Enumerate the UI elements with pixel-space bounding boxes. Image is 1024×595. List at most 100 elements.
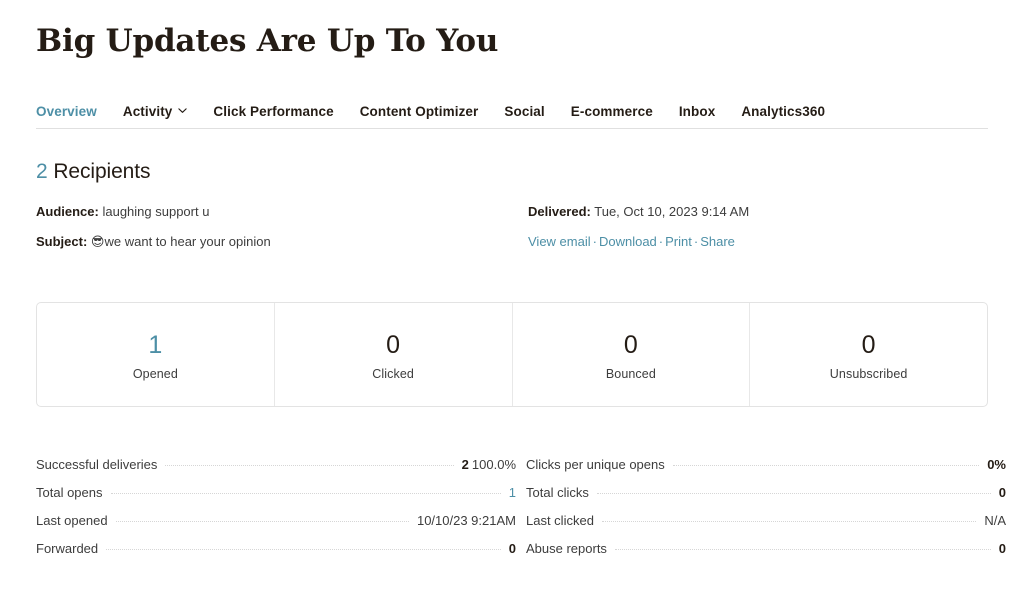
detail-stat-label: Total clicks: [526, 479, 589, 507]
tab-label: Activity: [123, 104, 173, 119]
detail-stat-label: Abuse reports: [526, 535, 607, 563]
detail-stat-label: Last clicked: [526, 507, 594, 535]
campaign-meta: Audience: laughing support u Subject: 😎w…: [36, 203, 988, 252]
delivered-label: Delivered:: [528, 204, 591, 219]
detail-stats-column-right: Clicks per unique opens 0% Total clicks 0 La…: [526, 451, 1006, 563]
dotted-leader: [165, 465, 453, 466]
stat-card-value: 0: [750, 330, 987, 360]
tab-label: Overview: [36, 104, 97, 119]
link-separator: ·: [659, 234, 663, 249]
detail-value-main: 1: [509, 485, 516, 500]
recipients-label: Recipients: [53, 160, 150, 183]
dotted-leader: [116, 521, 409, 522]
stat-card-bounced[interactable]: 0 Bounced: [513, 303, 751, 406]
sunglasses-emoji-icon: 😎: [91, 235, 105, 250]
stat-card-unsubscribed[interactable]: 0 Unsubscribed: [750, 303, 987, 406]
audience-label: Audience:: [36, 204, 99, 219]
summary-stat-cards: 1Opened0Clicked0Bounced0Unsubscribed: [36, 302, 988, 407]
dotted-leader: [106, 549, 501, 550]
detail-stat-label: Clicks per unique opens: [526, 451, 665, 479]
dotted-leader: [597, 493, 991, 494]
detail-stat-label: Successful deliveries: [36, 451, 157, 479]
stat-card-label: Bounced: [513, 367, 750, 381]
subject-value: we want to hear your opinion: [104, 234, 270, 249]
chevron-down-icon: [178, 106, 187, 115]
tab-activity[interactable]: Activity: [123, 104, 188, 119]
stat-card-value: 0: [513, 330, 750, 360]
link-separator: ·: [593, 234, 597, 249]
detail-row: Successful deliveries 2100.0%: [36, 451, 516, 479]
recipients-heading: 2 Recipients: [36, 160, 988, 184]
link-share[interactable]: Share: [700, 234, 735, 249]
tab-overview[interactable]: Overview: [36, 104, 97, 119]
detail-value-main: 0%: [987, 457, 1006, 472]
tab-label: E-commerce: [571, 104, 653, 119]
stat-card-clicked[interactable]: 0 Clicked: [275, 303, 513, 406]
dotted-leader: [615, 549, 991, 550]
detail-stat-value: N/A: [984, 507, 1006, 535]
tab-inbox[interactable]: Inbox: [679, 104, 716, 119]
report-tabbar: Overview Activity Click Performance Content…: [36, 104, 988, 129]
subject-row: Subject: 😎we want to hear your opinion: [36, 233, 528, 252]
detail-row: Total clicks 0: [526, 479, 1006, 507]
meta-column-left: Audience: laughing support u Subject: 😎w…: [36, 203, 528, 252]
tab-e-commerce[interactable]: E-commerce: [571, 104, 653, 119]
tab-social[interactable]: Social: [504, 104, 544, 119]
delivered-value: Tue, Oct 10, 2023 9:14 AM: [594, 204, 749, 219]
stat-card-opened[interactable]: 1 Opened: [37, 303, 275, 406]
link-download[interactable]: Download: [599, 234, 657, 249]
detail-stat-value: 0%: [987, 451, 1006, 479]
stat-card-label: Unsubscribed: [750, 367, 987, 381]
delivered-row: Delivered: Tue, Oct 10, 2023 9:14 AM: [528, 203, 749, 221]
detail-stat-label: Forwarded: [36, 535, 98, 563]
tab-label: Content Optimizer: [360, 104, 479, 119]
detail-row: Abuse reports 0: [526, 535, 1006, 563]
tab-analytics360[interactable]: Analytics360: [741, 104, 825, 119]
tab-content-optimizer[interactable]: Content Optimizer: [360, 104, 479, 119]
stat-card-value: 1: [37, 330, 274, 360]
detail-stat-value: 0: [509, 535, 516, 563]
detail-value-main: 10/10/23 9:21AM: [417, 513, 516, 528]
detail-stat-label: Last opened: [36, 507, 108, 535]
detail-stat-value: 0: [999, 479, 1006, 507]
recipients-count: 2: [36, 160, 48, 183]
campaign-action-links: View email·Download·Print·Share: [528, 233, 749, 251]
detail-row: Clicks per unique opens 0%: [526, 451, 1006, 479]
link-separator: ·: [694, 234, 698, 249]
dotted-leader: [602, 521, 976, 522]
detail-value-main: 0: [509, 541, 516, 556]
detail-row: Forwarded 0: [36, 535, 516, 563]
link-view-email[interactable]: View email: [528, 234, 591, 249]
detail-row: Last opened 10/10/23 9:21AM: [36, 507, 516, 535]
detail-stat-value: 10/10/23 9:21AM: [417, 507, 516, 535]
subject-label: Subject:: [36, 234, 87, 249]
detail-stat-value: 2100.0%: [462, 451, 516, 479]
dotted-leader: [111, 493, 501, 494]
detail-value-suffix: 100.0%: [472, 457, 516, 472]
detail-stat-label: Total opens: [36, 479, 103, 507]
audience-row: Audience: laughing support u: [36, 203, 528, 221]
detail-value-main: N/A: [984, 513, 1006, 528]
detail-value-main: 0: [999, 485, 1006, 500]
meta-column-right: Delivered: Tue, Oct 10, 2023 9:14 AM Vie…: [528, 203, 749, 252]
detail-stats-column-left: Successful deliveries 2100.0% Total opens 1…: [36, 451, 516, 563]
detail-value-main: 0: [999, 541, 1006, 556]
detail-value-main: 2: [462, 457, 469, 472]
stat-card-value: 0: [275, 330, 512, 360]
detail-stats: Successful deliveries 2100.0% Total opens 1…: [36, 451, 988, 563]
detail-row: Last clicked N/A: [526, 507, 1006, 535]
detail-stat-value: 1: [509, 479, 516, 507]
dotted-leader: [673, 465, 979, 466]
detail-stat-value: 0: [999, 535, 1006, 563]
tab-label: Social: [504, 104, 544, 119]
tab-label: Click Performance: [213, 104, 333, 119]
tab-click-performance[interactable]: Click Performance: [213, 104, 333, 119]
tab-label: Analytics360: [741, 104, 825, 119]
link-print[interactable]: Print: [665, 234, 692, 249]
detail-row: Total opens 1: [36, 479, 516, 507]
tab-label: Inbox: [679, 104, 716, 119]
campaign-report-page: Big Updates Are Up To You Overview Activi…: [0, 0, 1024, 595]
stat-card-label: Clicked: [275, 367, 512, 381]
page-title: Big Updates Are Up To You: [36, 0, 988, 61]
stat-card-label: Opened: [37, 367, 274, 381]
